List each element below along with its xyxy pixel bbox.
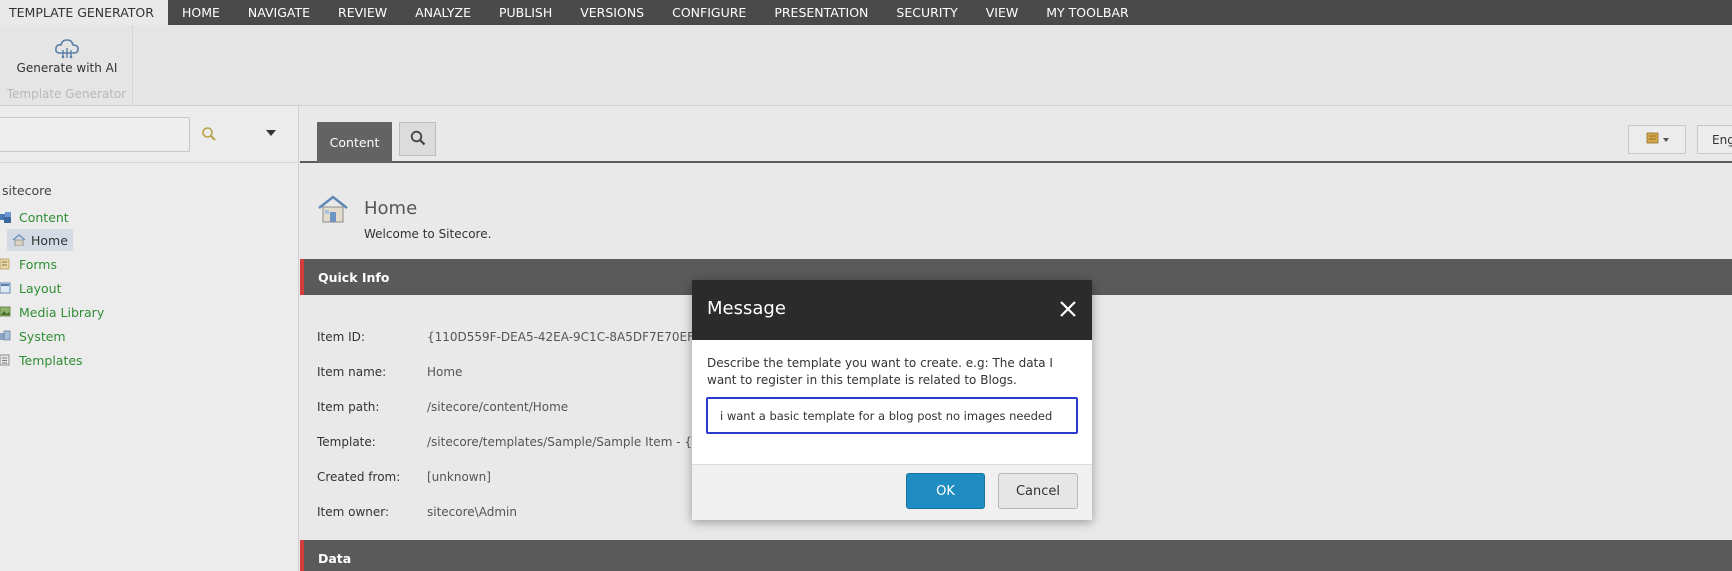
- info-value: /sitecore/content/Home: [427, 400, 569, 414]
- ribbon-group-template-generator: Generate with AI Template Generator: [0, 25, 133, 105]
- tree-item-label: Media Library: [19, 304, 105, 320]
- section-data[interactable]: Data: [300, 540, 1732, 571]
- info-value: [unknown]: [427, 470, 491, 484]
- tree-item-label: Forms: [19, 256, 58, 272]
- tree-item-system[interactable]: System: [0, 325, 66, 347]
- item-subtitle: Welcome to Sitecore.: [364, 227, 492, 241]
- tab-home[interactable]: HOME: [168, 0, 234, 25]
- tree-item-forms[interactable]: Forms: [0, 253, 57, 275]
- tree-search-row: [0, 106, 299, 163]
- generate-with-ai-button[interactable]: Generate with AI: [12, 37, 122, 79]
- info-value[interactable]: /sitecore/templates/Sample/Sample Item -…: [427, 435, 715, 449]
- home-item-icon: [316, 194, 350, 227]
- info-row-item-id: Item ID: {110D559F-DEA5-42EA-9C1C-8A5DF7…: [317, 327, 709, 347]
- book-icon: [1646, 132, 1660, 147]
- info-label: Item ID:: [317, 330, 365, 344]
- tree-item-label: System: [19, 328, 66, 344]
- top-menu-bar: TEMPLATE GENERATOR HOME NAVIGATE REVIEW …: [0, 0, 1732, 25]
- info-row-template: Template: /sitecore/templates/Sample/Sam…: [317, 432, 715, 452]
- content-icon: [0, 211, 14, 223]
- close-icon[interactable]: [1058, 299, 1078, 319]
- tab-versions[interactable]: VERSIONS: [566, 0, 658, 25]
- ai-cloud-icon: [12, 37, 122, 59]
- tab-navigate[interactable]: NAVIGATE: [234, 0, 324, 25]
- gutter-options-button[interactable]: [1628, 125, 1686, 154]
- tree-item-label: Templates: [19, 352, 83, 368]
- info-row-created-from: Created from: [unknown]: [317, 467, 491, 487]
- language-selector[interactable]: Eng: [1697, 125, 1732, 154]
- tab-content[interactable]: Content: [317, 122, 392, 163]
- tab-review[interactable]: REVIEW: [324, 0, 401, 25]
- info-row-item-path: Item path: /sitecore/content/Home: [317, 397, 568, 417]
- tab-template-generator[interactable]: TEMPLATE GENERATOR: [0, 0, 168, 25]
- tree-item-media-library[interactable]: Media Library: [0, 301, 104, 323]
- ribbon-group-label: Template Generator: [6, 87, 127, 101]
- dialog-header: Message: [692, 280, 1092, 340]
- info-value: Home: [427, 365, 463, 379]
- message-dialog: Message Describe the template you want t…: [692, 280, 1092, 520]
- info-label: Template:: [317, 435, 376, 449]
- tab-presentation[interactable]: PRESENTATION: [760, 0, 882, 25]
- tree-item-content[interactable]: Content: [0, 206, 69, 228]
- tab-publish[interactable]: PUBLISH: [485, 0, 566, 25]
- tab-security[interactable]: SECURITY: [882, 0, 971, 25]
- editor-search-tab[interactable]: [399, 122, 436, 156]
- template-description-input[interactable]: [706, 397, 1078, 434]
- tab-view[interactable]: VIEW: [972, 0, 1033, 25]
- layout-icon: [0, 282, 14, 294]
- item-title: Home: [364, 198, 418, 219]
- cancel-button[interactable]: Cancel: [998, 473, 1078, 509]
- search-icon[interactable]: [201, 126, 217, 145]
- tree-root-sitecore[interactable]: sitecore: [2, 183, 52, 198]
- ribbon: Generate with AI Template Generator: [0, 25, 1732, 106]
- tree-item-templates[interactable]: Templates: [0, 349, 83, 371]
- tab-my-toolbar[interactable]: MY TOOLBAR: [1032, 0, 1142, 25]
- home-icon: [12, 234, 26, 247]
- system-icon: [0, 330, 14, 342]
- info-label: Item name:: [317, 365, 387, 379]
- tree-item-layout[interactable]: Layout: [0, 277, 62, 299]
- tree-search-input[interactable]: [0, 117, 190, 152]
- dialog-footer: OK Cancel: [692, 464, 1092, 520]
- dialog-title: Message: [707, 298, 786, 319]
- info-value: sitecore\Admin: [427, 505, 517, 519]
- tree-item-home[interactable]: Home: [7, 229, 73, 251]
- ok-button[interactable]: OK: [906, 473, 985, 509]
- tree-item-label: Home: [31, 232, 68, 248]
- info-row-item-owner: Item owner: sitecore\Admin: [317, 502, 517, 522]
- templates-icon: [0, 354, 14, 366]
- tab-configure[interactable]: CONFIGURE: [658, 0, 760, 25]
- dialog-body: Describe the template you want to create…: [692, 340, 1092, 464]
- chevron-down-icon[interactable]: [266, 130, 276, 136]
- search-icon: [410, 130, 426, 149]
- info-label: Created from:: [317, 470, 401, 484]
- dialog-description: Describe the template you want to create…: [707, 356, 1053, 387]
- content-tree-panel: sitecore Content Home Forms Layout Media…: [0, 106, 299, 571]
- editor-tabs: Content Eng: [300, 106, 1732, 163]
- media-library-icon: [0, 306, 14, 318]
- forms-icon: [0, 258, 14, 270]
- info-value: {110D559F-DEA5-42EA-9C1C-8A5DF7E70EF9}: [427, 330, 710, 344]
- info-row-item-name: Item name: Home: [317, 362, 462, 382]
- tree-item-label: Content: [19, 209, 69, 225]
- caret-down-icon: [1662, 137, 1669, 142]
- generate-with-ai-label: Generate with AI: [16, 61, 118, 75]
- info-label: Item path:: [317, 400, 380, 414]
- tree-item-label: Layout: [19, 280, 62, 296]
- tab-analyze[interactable]: ANALYZE: [401, 0, 485, 25]
- info-label: Item owner:: [317, 505, 390, 519]
